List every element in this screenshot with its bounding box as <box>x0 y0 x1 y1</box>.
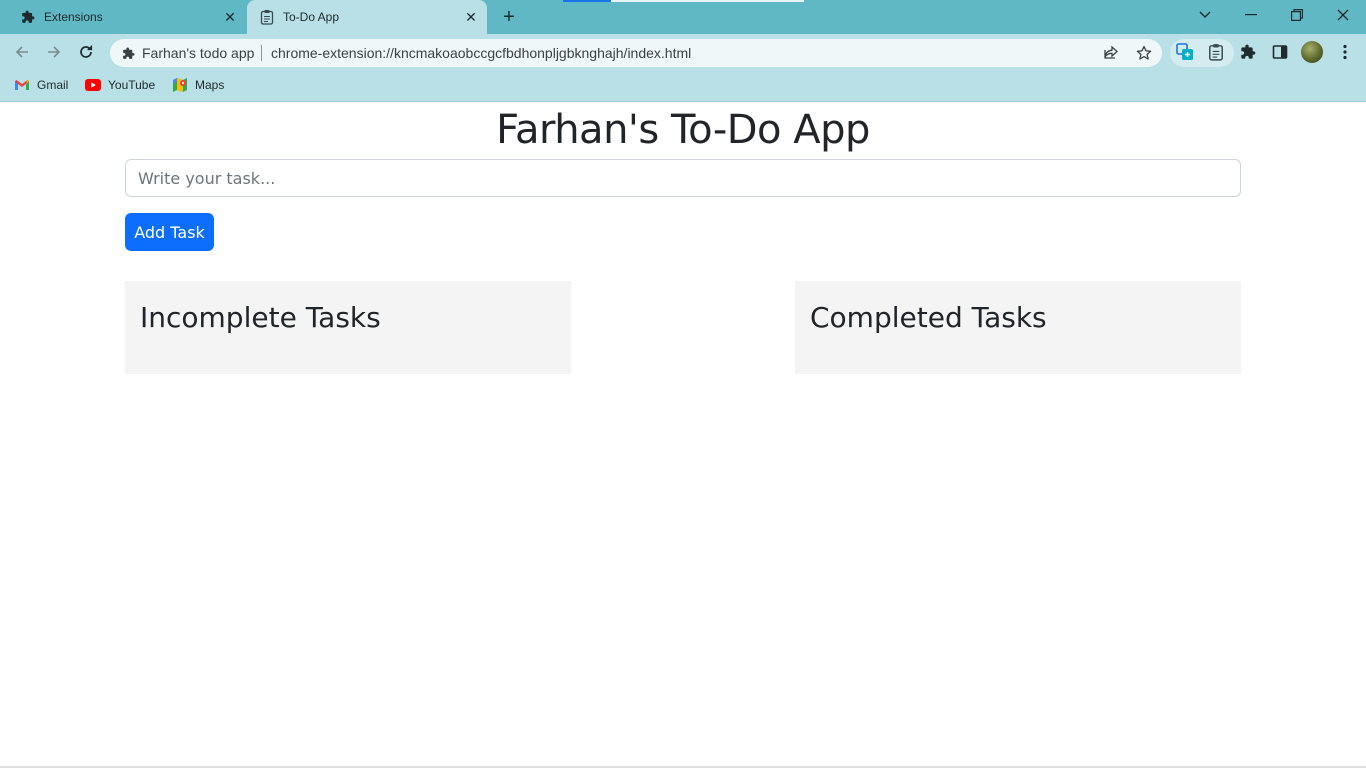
tab-title: To-Do App <box>283 10 340 24</box>
bookmark-label: Gmail <box>37 78 69 92</box>
tab-search-chevron-icon[interactable] <box>1193 4 1217 26</box>
bookmarks-bar: Gmail YouTube Maps <box>0 70 1366 102</box>
address-separator <box>261 45 262 61</box>
loading-indicator-track <box>611 0 804 2</box>
site-name: Farhan's todo app <box>142 45 255 61</box>
page-title: Farhan's To-Do App <box>496 107 870 153</box>
profile-avatar[interactable] <box>1301 41 1323 63</box>
tab-title: Extensions <box>44 10 103 24</box>
bookmark-gmail[interactable]: Gmail <box>14 76 68 94</box>
share-icon[interactable] <box>1103 45 1119 61</box>
address-bar[interactable]: Farhan's todo app chrome-extension://knc… <box>110 39 1162 67</box>
url-text[interactable]: chrome-extension://kncmakoaobccgcfbdhonp… <box>271 45 691 61</box>
incomplete-tasks-panel: Incomplete Tasks <box>125 281 571 374</box>
todo-extension-icon[interactable] <box>1206 42 1226 62</box>
gmail-icon <box>14 78 30 92</box>
maps-icon <box>172 78 188 92</box>
minimize-icon[interactable] <box>1239 4 1263 26</box>
side-panel-icon[interactable] <box>1270 42 1290 62</box>
close-window-icon[interactable] <box>1331 4 1355 26</box>
more-menu-icon[interactable] <box>1335 42 1355 62</box>
close-tab-icon[interactable]: ✕ <box>463 9 479 25</box>
restore-icon[interactable] <box>1285 4 1309 26</box>
bookmark-youtube[interactable]: YouTube <box>85 76 155 94</box>
page-content: Farhan's To-Do App Add Task Incomplete T… <box>0 103 1366 768</box>
puzzle-icon <box>20 9 36 25</box>
reload-icon[interactable] <box>74 40 98 64</box>
tab-extensions[interactable]: Extensions ✕ <box>8 0 246 34</box>
youtube-icon <box>85 78 101 92</box>
new-tab-button[interactable]: + <box>498 6 520 28</box>
browser-toolbar: Farhan's todo app chrome-extension://knc… <box>0 34 1366 70</box>
translate-extension-icon[interactable] <box>1175 42 1195 62</box>
clipboard-icon <box>259 9 275 25</box>
bookmark-star-icon[interactable] <box>1136 45 1152 61</box>
bookmark-label: Maps <box>195 78 225 92</box>
task-input[interactable] <box>125 159 1241 197</box>
tab-strip: Extensions ✕ To-Do App ✕ + <box>0 0 1366 34</box>
extension-puzzle-icon <box>120 45 136 61</box>
add-task-button[interactable]: Add Task <box>125 213 214 251</box>
extensions-puzzle-icon[interactable] <box>1238 42 1258 62</box>
completed-tasks-panel: Completed Tasks <box>795 281 1241 374</box>
incomplete-tasks-heading: Incomplete Tasks <box>140 301 381 334</box>
loading-indicator <box>563 0 611 2</box>
bookmark-label: YouTube <box>108 78 156 92</box>
close-tab-icon[interactable]: ✕ <box>222 9 238 25</box>
forward-icon[interactable] <box>42 40 66 64</box>
completed-tasks-heading: Completed Tasks <box>810 301 1047 334</box>
back-icon[interactable] <box>10 40 34 64</box>
bookmark-maps[interactable]: Maps <box>172 76 224 94</box>
tab-todo-app[interactable]: To-Do App ✕ <box>247 0 487 34</box>
